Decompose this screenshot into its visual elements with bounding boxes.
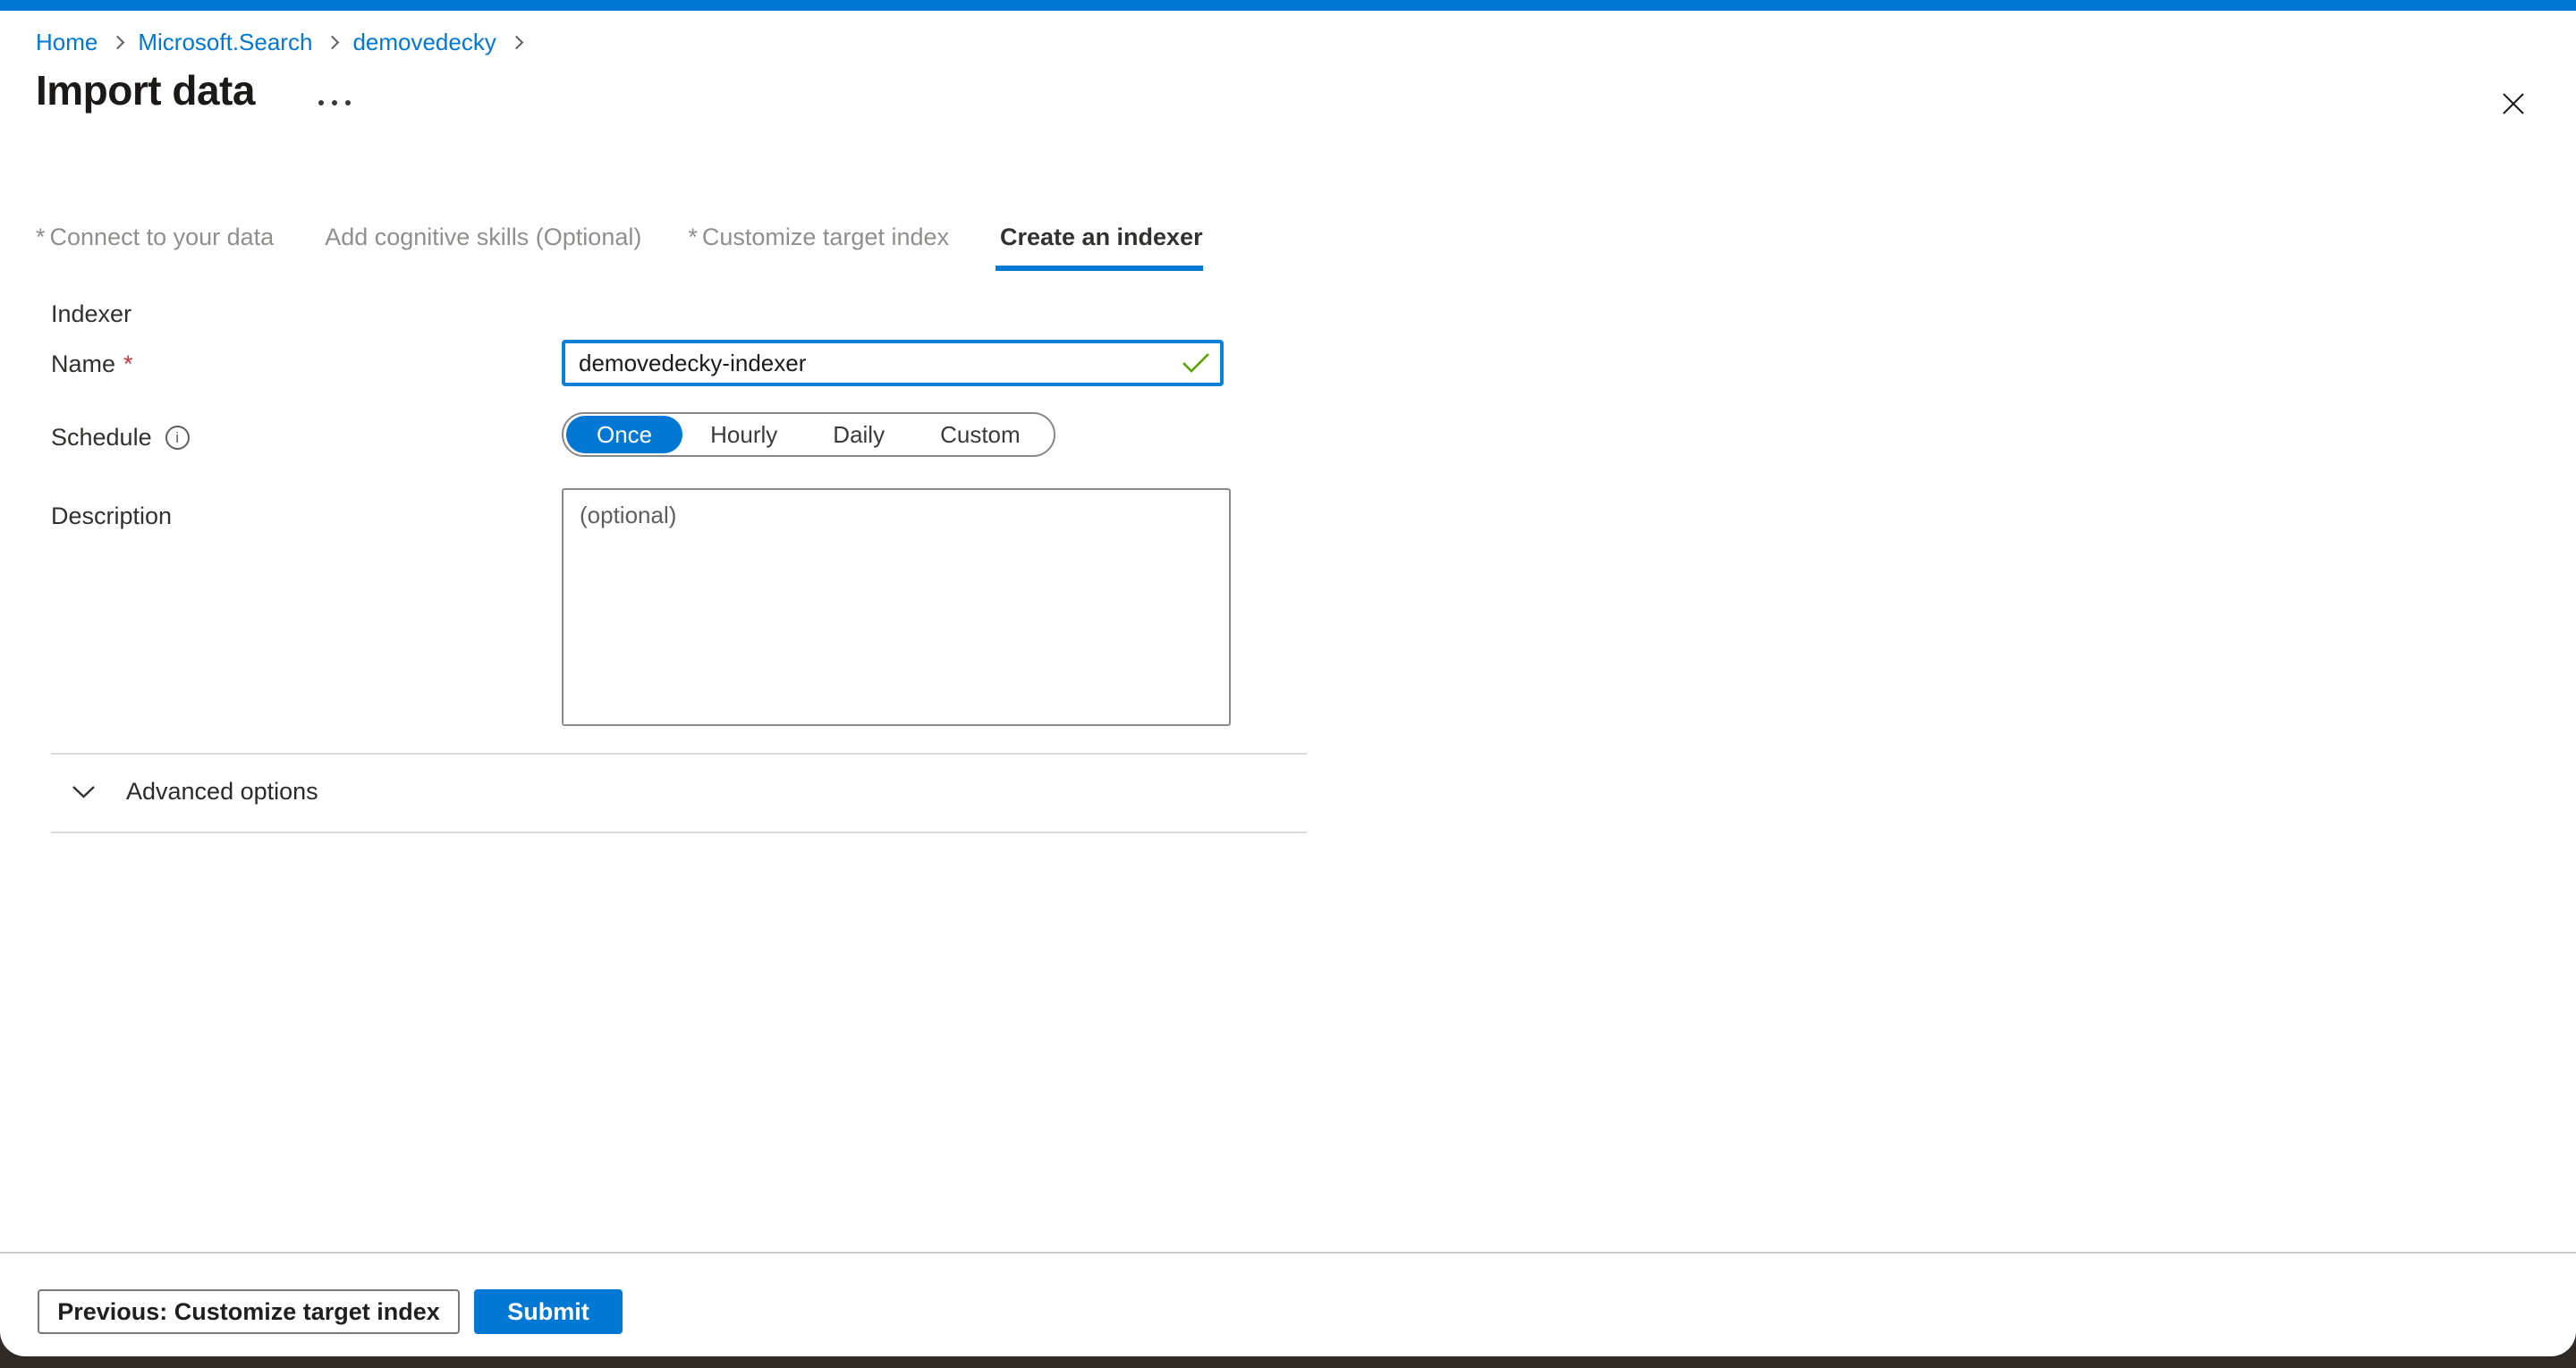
schedule-label: Schedule i xyxy=(51,424,190,452)
required-marker: * xyxy=(688,224,698,250)
portal-top-accent-bar xyxy=(0,0,2576,11)
chevron-down-icon xyxy=(72,785,96,799)
info-icon[interactable]: i xyxy=(165,426,190,450)
footer-divider xyxy=(0,1252,2576,1254)
submit-button[interactable]: Submit xyxy=(474,1289,623,1334)
schedule-option-hourly[interactable]: Hourly xyxy=(682,416,805,453)
schedule-toggle-group: Once Hourly Daily Custom xyxy=(562,412,1055,457)
name-input-wrap xyxy=(562,340,1224,386)
advanced-options-toggle[interactable]: Advanced options xyxy=(63,773,327,811)
breadcrumb-microsoft-search-link[interactable]: Microsoft.Search xyxy=(138,29,312,56)
breadcrumb-chevron-icon xyxy=(510,36,524,50)
breadcrumb-chevron-icon xyxy=(326,36,340,50)
required-asterisk: * xyxy=(123,350,133,378)
tab-connect-to-your-data[interactable]: *Connect to your data xyxy=(36,224,274,271)
required-marker: * xyxy=(36,224,46,250)
breadcrumb-chevron-icon xyxy=(111,36,125,50)
page-title: Import data xyxy=(36,66,255,114)
schedule-option-custom[interactable]: Custom xyxy=(912,416,1048,453)
breadcrumb: Home Microsoft.Search demovedecky xyxy=(36,29,537,56)
previous-customize-target-index-button[interactable]: Previous: Customize target index xyxy=(38,1289,460,1334)
description-textarea[interactable] xyxy=(562,488,1231,726)
breadcrumb-home-link[interactable]: Home xyxy=(36,29,97,56)
tab-add-cognitive-skills[interactable]: Add cognitive skills (Optional) xyxy=(320,224,641,271)
indexer-section-label: Indexer xyxy=(51,300,131,328)
wizard-tabs: *Connect to your data Add cognitive skil… xyxy=(36,224,1203,271)
valid-check-icon xyxy=(1181,352,1211,378)
divider xyxy=(51,832,1307,833)
name-label-text: Name xyxy=(51,350,115,378)
name-label: Name * xyxy=(51,350,133,378)
description-label-text: Description xyxy=(51,502,172,530)
tab-label: Add cognitive skills (Optional) xyxy=(325,224,641,250)
indexer-name-input[interactable] xyxy=(562,340,1224,386)
more-options-icon[interactable] xyxy=(313,95,356,111)
schedule-option-daily[interactable]: Daily xyxy=(805,416,912,453)
import-data-panel: Home Microsoft.Search demovedecky Import… xyxy=(0,0,2576,1356)
tab-create-an-indexer[interactable]: Create an indexer xyxy=(996,224,1203,271)
advanced-options-label: Advanced options xyxy=(126,778,318,806)
schedule-option-once[interactable]: Once xyxy=(566,416,682,453)
tab-label: Customize target index xyxy=(702,224,949,250)
description-label: Description xyxy=(51,502,172,530)
tab-customize-target-index[interactable]: *Customize target index xyxy=(688,224,949,271)
schedule-label-text: Schedule xyxy=(51,424,152,452)
breadcrumb-demovedecky-link[interactable]: demovedecky xyxy=(352,29,496,56)
tab-label: Connect to your data xyxy=(50,224,275,250)
divider xyxy=(51,753,1307,755)
close-icon[interactable] xyxy=(2494,84,2533,123)
tab-label: Create an indexer xyxy=(1000,224,1203,250)
